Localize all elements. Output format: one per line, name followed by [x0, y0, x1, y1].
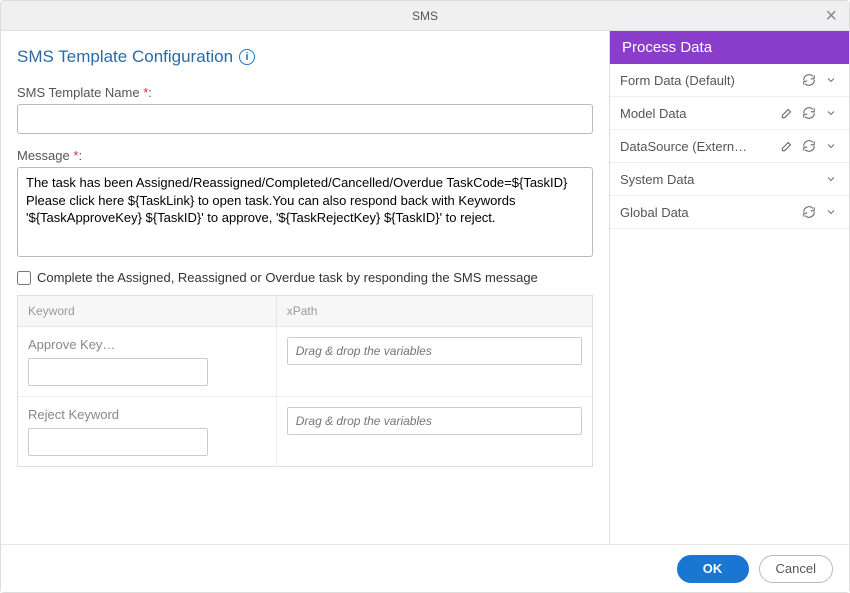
complete-task-label: Complete the Assigned, Reassigned or Ove…: [37, 270, 538, 285]
process-data-item-label: DataSource (Extern…: [620, 139, 773, 154]
reject-xpath-drop[interactable]: [287, 407, 582, 435]
process-data-item-label: System Data: [620, 172, 817, 187]
required-marker: *: [73, 148, 78, 163]
process-data-item[interactable]: Form Data (Default): [610, 64, 849, 97]
close-icon[interactable]: ×: [821, 4, 841, 28]
process-data-item[interactable]: DataSource (Extern…: [610, 130, 849, 163]
message-label-text: Message: [17, 148, 73, 163]
approve-xpath-drop[interactable]: [287, 337, 582, 365]
dialog-footer: OK Cancel: [1, 544, 849, 592]
process-data-panel: Process Data Form Data (Default) Model Da…: [609, 31, 849, 544]
table-row: Reject Keyword: [18, 397, 593, 467]
chevron-down-icon[interactable]: [823, 138, 839, 154]
edit-icon[interactable]: [779, 105, 795, 121]
required-marker: *: [143, 85, 148, 100]
chevron-down-icon[interactable]: [823, 171, 839, 187]
page-title-text: SMS Template Configuration: [17, 47, 233, 67]
process-data-item[interactable]: System Data: [610, 163, 849, 196]
refresh-icon[interactable]: [801, 105, 817, 121]
approve-key-label: Approve Key…: [28, 337, 266, 352]
cancel-button[interactable]: Cancel: [759, 555, 833, 583]
dialog-body: SMS Template Configuration i SMS Templat…: [1, 31, 849, 544]
approve-key-input[interactable]: [28, 358, 208, 386]
chevron-down-icon[interactable]: [823, 72, 839, 88]
col-keyword: Keyword: [18, 296, 277, 327]
table-row: Approve Key…: [18, 327, 593, 397]
process-data-item-label: Form Data (Default): [620, 73, 795, 88]
template-name-label: SMS Template Name *:: [17, 85, 593, 100]
refresh-icon[interactable]: [801, 138, 817, 154]
chevron-down-icon[interactable]: [823, 105, 839, 121]
process-data-item[interactable]: Global Data: [610, 196, 849, 229]
complete-task-checkbox[interactable]: [17, 271, 31, 285]
template-name-input[interactable]: [17, 104, 593, 134]
info-icon[interactable]: i: [239, 49, 255, 65]
col-xpath: xPath: [276, 296, 592, 327]
template-name-label-text: SMS Template Name: [17, 85, 143, 100]
process-data-item-label: Global Data: [620, 205, 795, 220]
complete-task-checkbox-row: Complete the Assigned, Reassigned or Ove…: [17, 270, 593, 285]
reject-key-label: Reject Keyword: [28, 407, 266, 422]
dialog-titlebar: SMS ×: [1, 1, 849, 31]
process-data-item[interactable]: Model Data: [610, 97, 849, 130]
process-data-header: Process Data: [610, 31, 849, 64]
reject-key-input[interactable]: [28, 428, 208, 456]
chevron-down-icon[interactable]: [823, 204, 839, 220]
keyword-table: Keyword xPath Approve Key…: [17, 295, 593, 467]
main-panel: SMS Template Configuration i SMS Templat…: [1, 31, 609, 544]
refresh-icon[interactable]: [801, 72, 817, 88]
dialog-title: SMS: [412, 9, 438, 23]
sms-dialog: SMS × SMS Template Configuration i SMS T…: [0, 0, 850, 593]
message-label: Message *:: [17, 148, 593, 163]
refresh-icon[interactable]: [801, 204, 817, 220]
process-data-item-label: Model Data: [620, 106, 773, 121]
message-textarea[interactable]: [17, 167, 593, 257]
edit-icon[interactable]: [779, 138, 795, 154]
page-title: SMS Template Configuration i: [17, 47, 255, 67]
ok-button[interactable]: OK: [677, 555, 749, 583]
